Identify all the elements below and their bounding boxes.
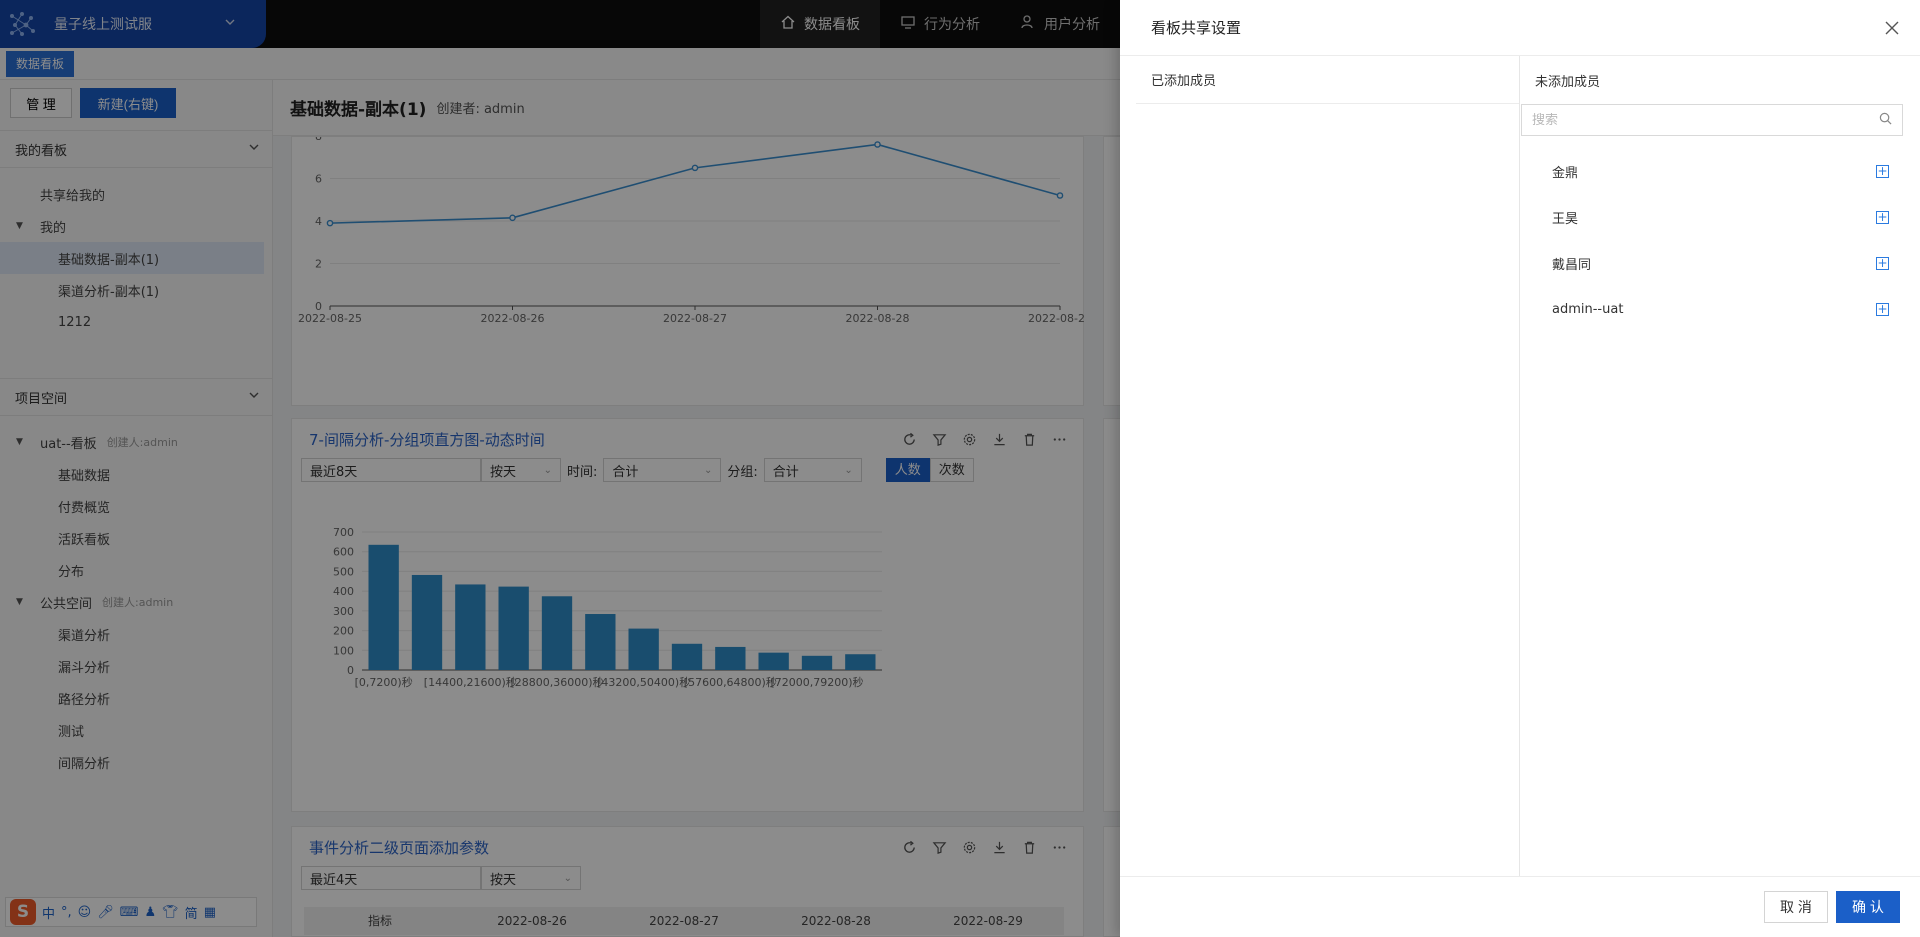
drawer-header: 看板共享设置 [1120,0,1920,56]
close-icon[interactable] [1882,18,1902,38]
member-name: 王昊 [1552,211,1579,227]
not-added-members-panel: 未添加成员 金鼎 + 王昊 + 戴昌同 + admin--uat + [1520,56,1904,876]
drawer-title: 看板共享设置 [1151,19,1242,37]
confirm-button[interactable]: 确 认 [1836,891,1900,923]
share-settings-drawer: 看板共享设置 已添加成员 未添加成员 金鼎 + 王昊 + 戴昌同 + admin--u… [1120,0,1920,937]
not-added-members-title: 未添加成员 [1535,74,1601,90]
drawer-footer: 取 消 确 认 [1120,876,1920,937]
plus-square-icon[interactable]: + [1876,256,1889,270]
plus-square-icon[interactable]: + [1876,164,1889,178]
cancel-button[interactable]: 取 消 [1764,891,1828,923]
added-members-panel: 已添加成员 [1136,56,1520,876]
search-icon[interactable] [1879,112,1892,129]
plus-square-icon[interactable]: + [1876,302,1889,316]
member-list: 金鼎 + 王昊 + 戴昌同 + admin--uat + [1520,148,1904,332]
search-input[interactable] [1532,112,1879,128]
added-members-title: 已添加成员 [1136,56,1519,104]
list-item: 王昊 + [1520,194,1904,240]
member-name: 金鼎 [1552,165,1579,181]
list-item: admin--uat + [1520,286,1904,332]
member-search [1521,104,1903,136]
member-name: admin--uat [1552,301,1624,317]
member-name: 戴昌同 [1552,257,1592,273]
plus-square-icon[interactable]: + [1876,210,1889,224]
app-root: 量子线上测试服 数据看板 行为分析 用户分析 数据看板 管 理 新建(右键) 我… [0,0,1920,937]
list-item: 戴昌同 + [1520,240,1904,286]
list-item: 金鼎 + [1520,148,1904,194]
